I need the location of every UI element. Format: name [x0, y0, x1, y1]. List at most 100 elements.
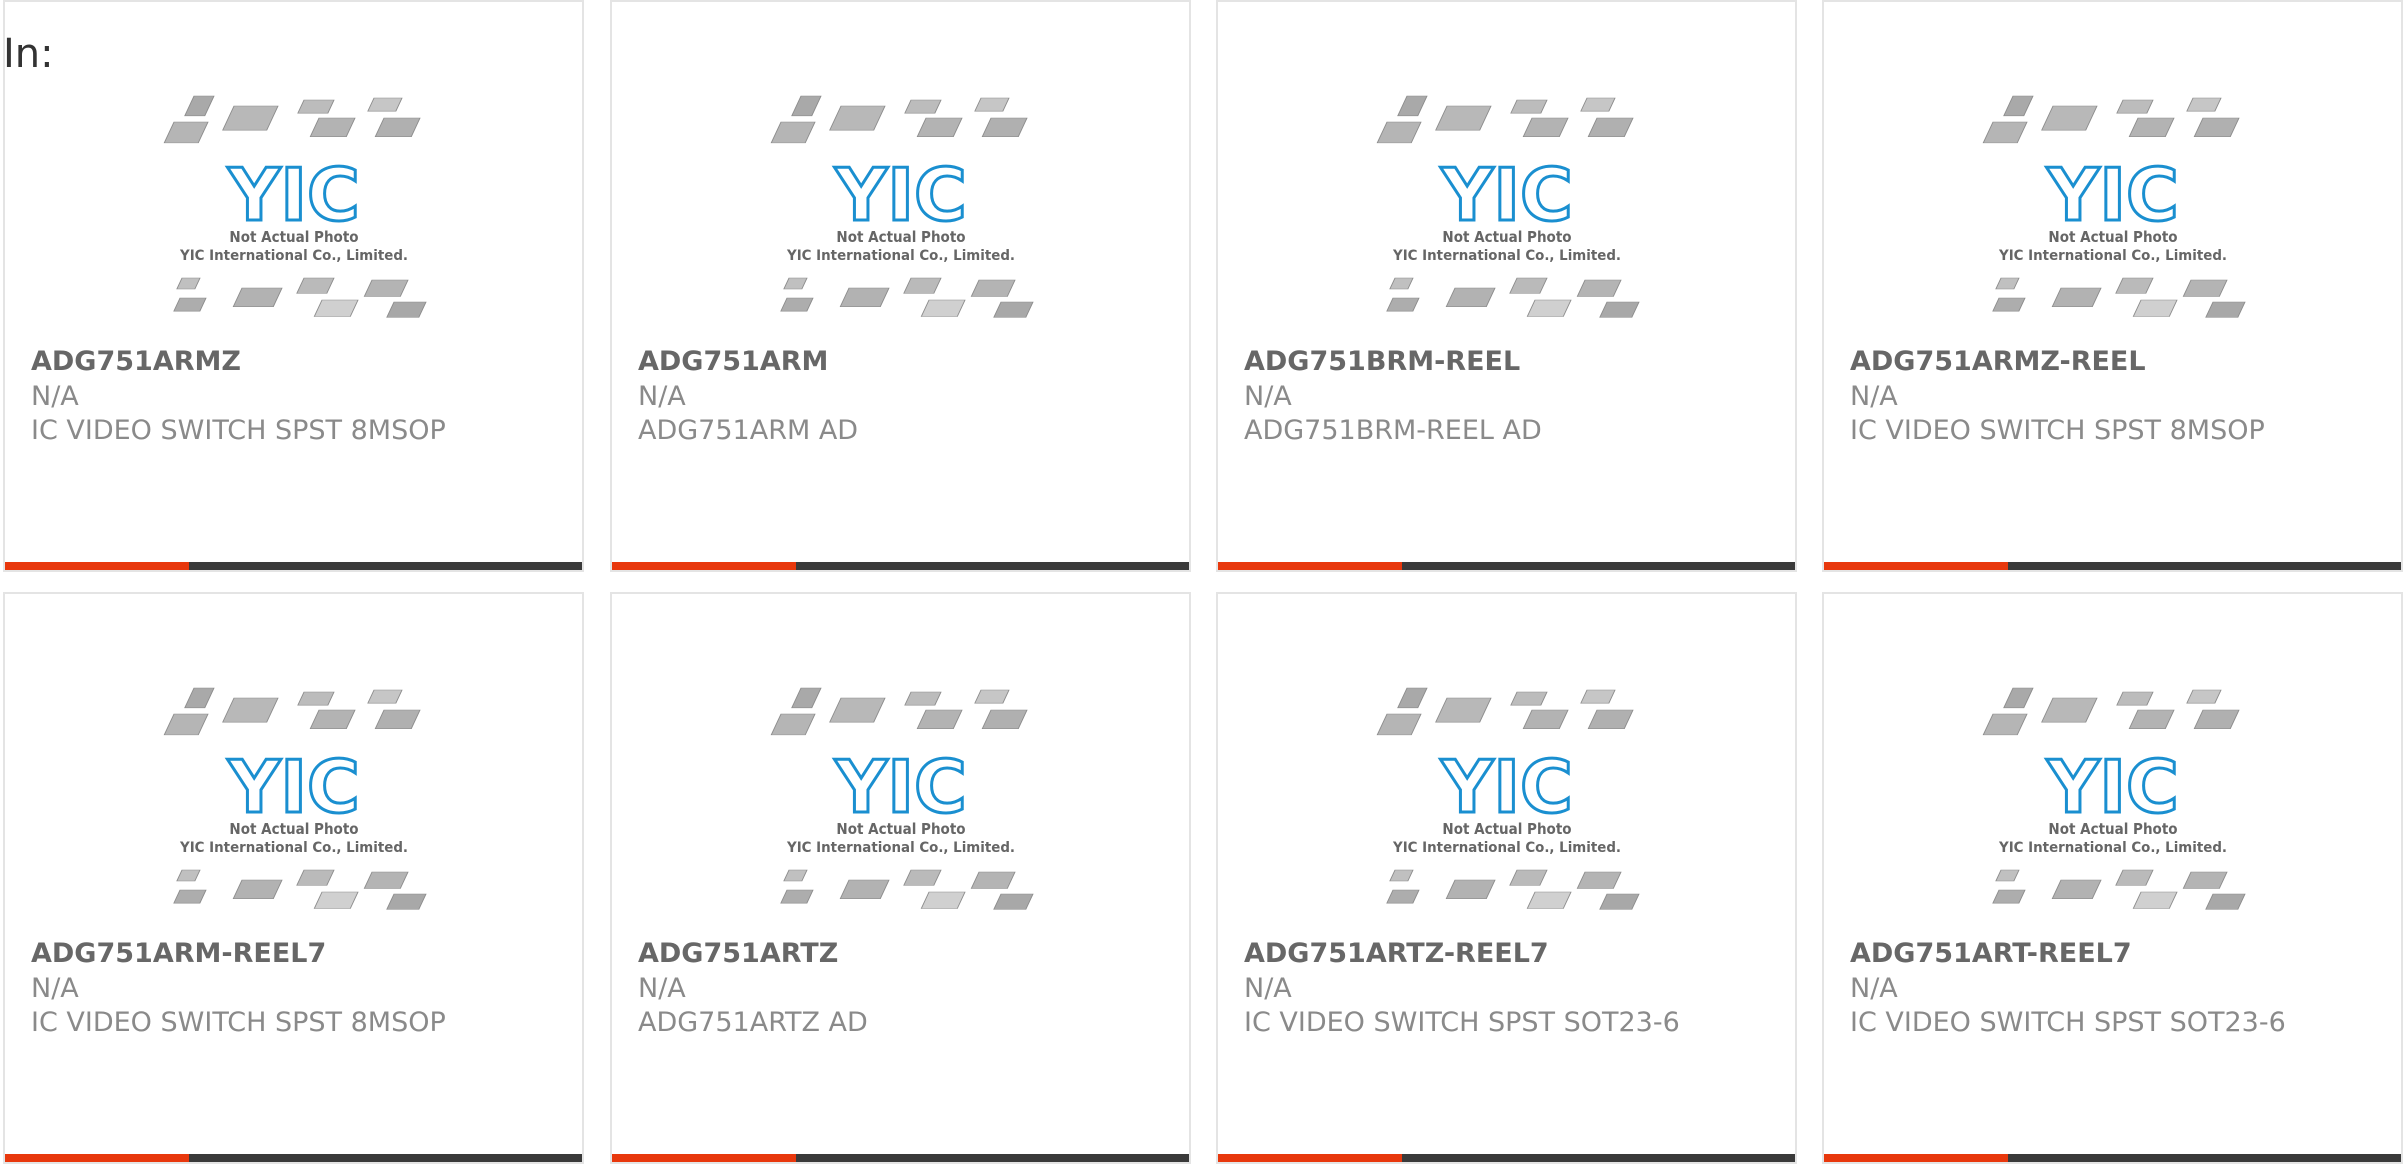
- placeholder-caption-line1: Not Actual Photo: [229, 228, 358, 246]
- placeholder-graphic: YICNot Actual Photo YIC International Co.…: [1376, 95, 1640, 318]
- product-description: ADG751BRM-REEL AD: [1244, 415, 1542, 446]
- chip-icon: [1982, 713, 2028, 736]
- product-image-placeholder: YIC Not Actual Photo YIC International Co.…: [154, 684, 434, 926]
- chip-icon: [1508, 869, 1548, 886]
- product-description: IC VIDEO SWITCH SPST 8MSOP: [31, 1007, 446, 1038]
- chip-icon: [2185, 689, 2222, 704]
- product-part-number[interactable]: ADG751BRM-REEL: [1244, 344, 1520, 380]
- chip-icon: [828, 697, 886, 723]
- product-part-number[interactable]: ADG751ART-REEL7: [1850, 936, 2132, 972]
- chip-icon: [2115, 691, 2154, 706]
- chip-icon: [1508, 277, 1548, 294]
- placeholder-caption-line2: YIC International Co., Limited.: [1998, 248, 2227, 264]
- chip-icon: [363, 871, 409, 889]
- product-image-placeholder: YIC Not Actual Photo YIC International Co.…: [1367, 92, 1647, 334]
- product-card[interactable]: YIC Not Actual Photo YIC International Co.…: [1822, 592, 2403, 1164]
- placeholder-caption-line2: YIC International Co., Limited.: [179, 248, 408, 264]
- product-manufacturer: N/A: [1244, 381, 1292, 412]
- product-image-placeholder: YIC Not Actual Photo YIC International Co.…: [1367, 684, 1647, 926]
- placeholder-caption-line2: YIC International Co., Limited.: [1392, 840, 1621, 856]
- chip-icon: [385, 301, 427, 318]
- chip-icon: [1598, 301, 1640, 318]
- yic-logo: YIC: [227, 745, 360, 829]
- chip-icon: [1576, 871, 1622, 889]
- chip-icon: [1509, 99, 1548, 114]
- chip-icon: [295, 869, 335, 886]
- card-accent-bar: [5, 562, 189, 570]
- chip-icon: [221, 697, 279, 723]
- chip-icon: [1434, 105, 1492, 131]
- card-bottom-bar: [1218, 562, 1795, 570]
- chip-icon: [1445, 287, 1496, 307]
- chip-icon: [2114, 277, 2154, 294]
- product-manufacturer: N/A: [1850, 381, 1898, 412]
- chip-icon: [1982, 121, 2028, 144]
- chip-icon: [2128, 709, 2175, 729]
- placeholder-caption-line1: Not Actual Photo: [1442, 820, 1571, 838]
- yic-logo: YIC: [1440, 153, 1573, 237]
- product-description: IC VIDEO SWITCH SPST 8MSOP: [1850, 415, 2265, 446]
- chip-icon: [1526, 891, 1572, 909]
- chip-icon: [1587, 709, 1634, 729]
- chip-icon: [782, 869, 808, 882]
- product-part-number[interactable]: ADG751ARMZ-REEL: [1850, 344, 2146, 380]
- chip-icon: [779, 889, 814, 904]
- product-image-placeholder: YIC Not Actual Photo YIC International Co.…: [1973, 92, 2253, 334]
- chip-icon: [1396, 687, 1428, 709]
- placeholder-caption-line2: YIC International Co., Limited.: [1998, 840, 2227, 856]
- chip-icon: [902, 869, 942, 886]
- chip-icon: [1522, 709, 1569, 729]
- product-part-number[interactable]: ADG751ARMZ: [31, 344, 241, 380]
- product-card[interactable]: YIC Not Actual Photo YIC International Co.…: [3, 0, 584, 572]
- yic-logo: YIC: [2046, 745, 2179, 829]
- chip-icon: [903, 691, 942, 706]
- chip-icon: [2115, 99, 2154, 114]
- chip-icon: [1991, 297, 2026, 312]
- chip-icon: [309, 709, 356, 729]
- chip-icon: [970, 871, 1016, 889]
- chip-icon: [2185, 97, 2222, 112]
- product-description: IC VIDEO SWITCH SPST SOT23-6: [1244, 1007, 1680, 1038]
- product-image-placeholder: YIC Not Actual Photo YIC International Co.…: [154, 92, 434, 334]
- chip-icon: [2204, 301, 2246, 318]
- chip-icon: [779, 297, 814, 312]
- chip-icon: [970, 279, 1016, 297]
- chip-icon: [232, 287, 283, 307]
- chip-icon: [2182, 871, 2228, 889]
- product-card[interactable]: YIC Not Actual Photo YIC International Co.…: [610, 0, 1191, 572]
- chip-icon: [172, 889, 207, 904]
- chip-icon: [790, 687, 822, 709]
- chip-icon: [1587, 117, 1634, 137]
- chip-icon: [973, 97, 1010, 112]
- product-card[interactable]: YIC Not Actual Photo YIC International Co.…: [1216, 592, 1797, 1164]
- product-part-number[interactable]: ADG751ARTZ: [638, 936, 838, 972]
- chip-icon: [839, 879, 890, 899]
- product-card[interactable]: YIC Not Actual Photo YIC International Co.…: [1216, 0, 1797, 572]
- placeholder-caption-line2: YIC International Co., Limited.: [1392, 248, 1621, 264]
- product-image-placeholder: YIC Not Actual Photo YIC International Co.…: [761, 92, 1041, 334]
- placeholder-caption-line1: Not Actual Photo: [2048, 820, 2177, 838]
- product-card[interactable]: YIC Not Actual Photo YIC International Co.…: [610, 592, 1191, 1164]
- chip-icon: [2132, 891, 2178, 909]
- chip-icon: [992, 301, 1034, 318]
- chip-icon: [770, 713, 816, 736]
- chip-icon: [1509, 691, 1548, 706]
- product-part-number[interactable]: ADG751ARM-REEL7: [31, 936, 326, 972]
- chip-icon: [366, 97, 403, 112]
- placeholder-graphic: YICNot Actual Photo YIC International Co.…: [770, 95, 1034, 318]
- chip-icon: [1376, 713, 1422, 736]
- product-manufacturer: N/A: [1850, 973, 1898, 1004]
- chip-icon: [992, 893, 1034, 910]
- product-card[interactable]: YIC Not Actual Photo YIC International Co.…: [3, 592, 584, 1164]
- chip-icon: [981, 709, 1028, 729]
- chip-icon: [1385, 889, 1420, 904]
- chip-icon: [920, 299, 966, 317]
- product-card[interactable]: YIC Not Actual Photo YIC International Co.…: [1822, 0, 2403, 572]
- chip-icon: [1579, 689, 1616, 704]
- product-manufacturer: N/A: [638, 381, 686, 412]
- chip-icon: [903, 99, 942, 114]
- chip-icon: [2114, 869, 2154, 886]
- product-part-number[interactable]: ADG751ARTZ-REEL7: [1244, 936, 1549, 972]
- product-part-number[interactable]: ADG751ARM: [638, 344, 828, 380]
- chip-icon: [1388, 869, 1414, 882]
